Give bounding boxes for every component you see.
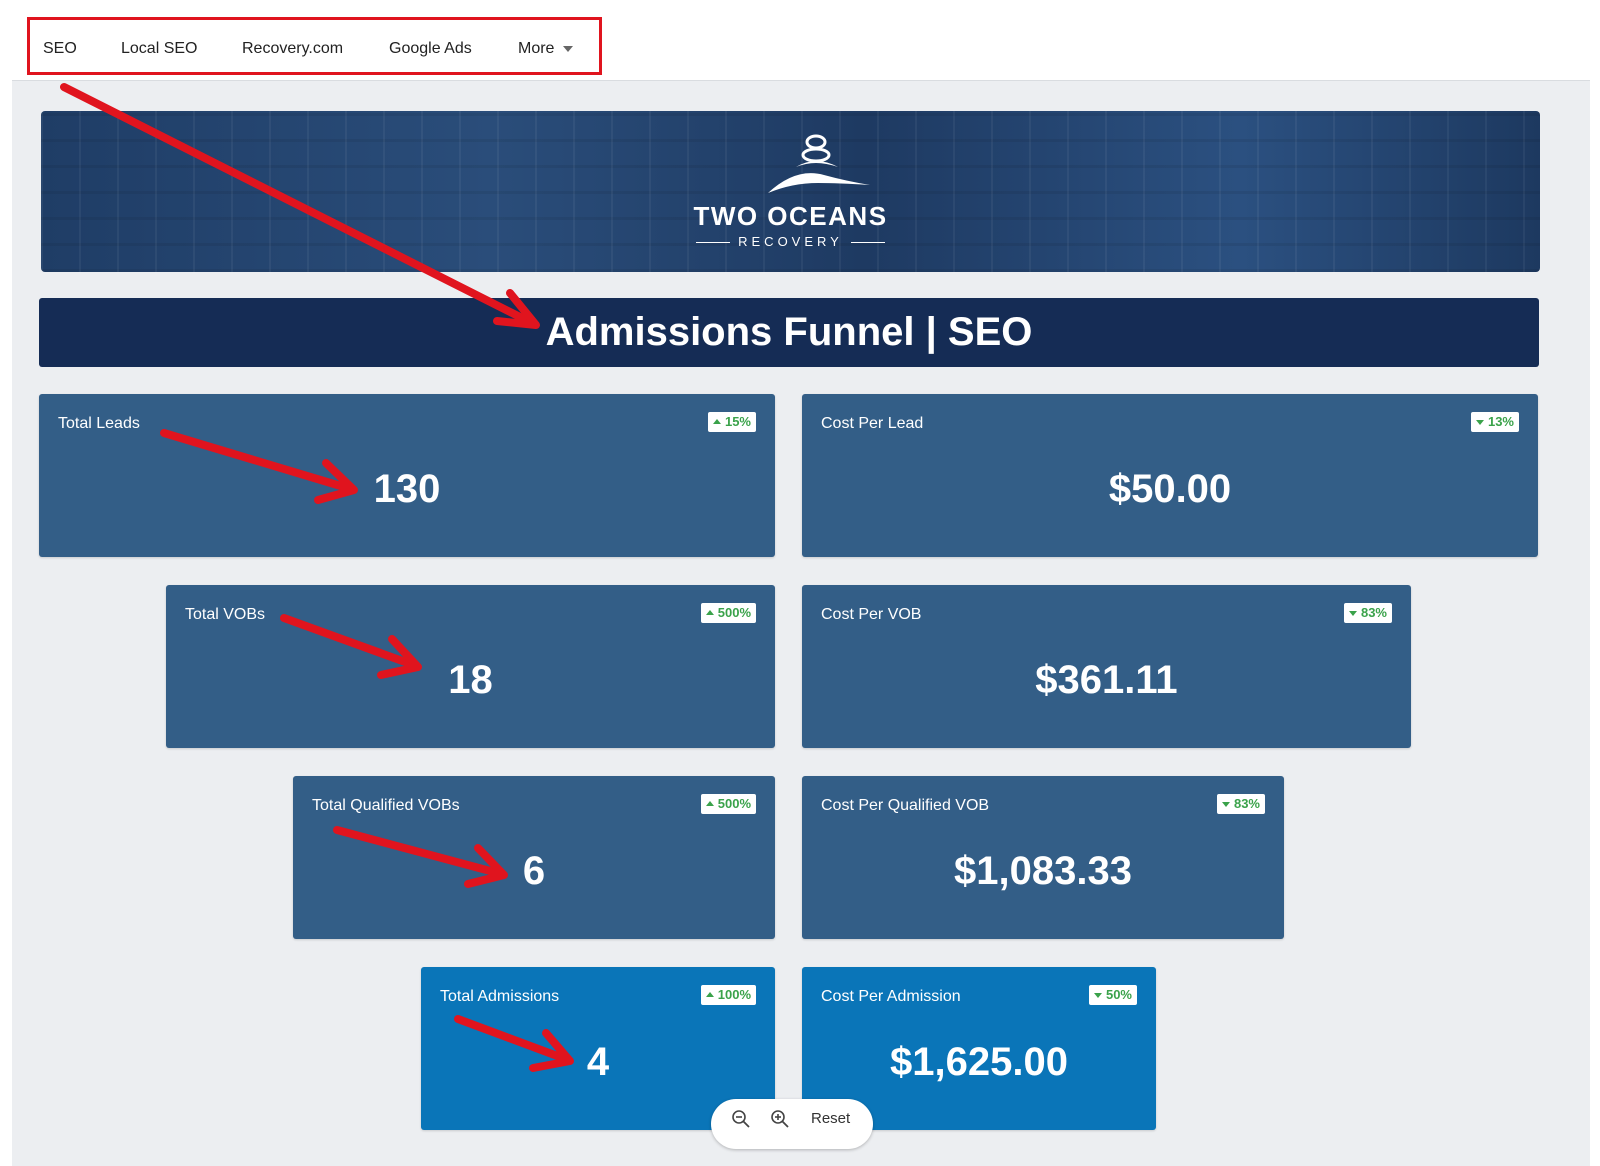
metric-card-total-vobs: Total VOBs 500% 18	[166, 585, 775, 748]
metric-label: Cost Per VOB	[821, 606, 922, 623]
divider	[696, 242, 731, 244]
change-value: 50%	[1105, 987, 1132, 1002]
trend-up-icon	[705, 800, 714, 806]
brand-subtitle: RECOVERY	[41, 234, 1540, 249]
zoom-controls: Reset	[711, 1099, 873, 1149]
change-value: 500%	[717, 796, 751, 811]
metric-value: $1,083.33	[954, 849, 1132, 893]
change-value: 15%	[724, 414, 751, 429]
change-value: 83%	[1360, 605, 1387, 620]
trend-up-icon	[712, 418, 721, 424]
metric-label: Total Qualified VOBs	[312, 797, 460, 814]
metric-label: Total Admissions	[440, 988, 560, 1005]
change-badge: 500%	[700, 603, 756, 623]
trend-up-icon	[705, 609, 714, 615]
nav-item-more[interactable]: More	[518, 40, 574, 58]
metric-value: 130	[373, 467, 441, 511]
metric-label: Cost Per Qualified VOB	[821, 797, 990, 814]
change-value: 13%	[1487, 414, 1514, 429]
divider	[850, 242, 885, 244]
nav-item-seo[interactable]: SEO	[43, 40, 77, 58]
change-value: 100%	[717, 987, 751, 1002]
change-badge: 100%	[700, 985, 756, 1005]
change-badge: 50%	[1088, 985, 1137, 1005]
metric-card-cost-per-vob: Cost Per VOB 83% $361.11	[802, 585, 1411, 748]
trend-down-icon	[1093, 992, 1102, 998]
metric-value: $1,625.00	[890, 1040, 1068, 1084]
metric-label: Cost Per Admission	[821, 988, 961, 1005]
page-title: Admissions Funnel | SEO	[545, 310, 1033, 354]
metric-value: 6	[522, 849, 546, 893]
metric-card-total-leads: Total Leads 15% 130	[39, 394, 775, 557]
change-value: 83%	[1233, 796, 1260, 811]
brand-banner: TWO OCEANS RECOVERY	[41, 111, 1540, 272]
chevron-down-icon	[563, 45, 574, 52]
top-navigation: SEO Local SEO Recovery.com Google Ads Mo…	[12, 12, 1590, 81]
nav-item-recovery-com[interactable]: Recovery.com	[242, 40, 343, 58]
zoom-reset-button[interactable]: Reset	[811, 1110, 850, 1127]
metric-card-total-qualified-vobs: Total Qualified VOBs 500% 6	[293, 776, 775, 939]
brand-name: TWO OCEANS	[693, 201, 888, 231]
metric-value: 18	[448, 658, 493, 702]
trend-down-icon	[1475, 419, 1484, 425]
metric-value: $50.00	[1108, 467, 1232, 511]
change-badge: 500%	[700, 794, 756, 814]
page-title-bar: Admissions Funnel | SEO	[39, 298, 1539, 367]
metric-card-cost-per-lead: Cost Per Lead 13% $50.00	[802, 394, 1538, 557]
brand-subtitle-text: RECOVERY	[738, 234, 843, 249]
trend-down-icon	[1221, 801, 1230, 807]
trend-up-icon	[705, 991, 714, 997]
nav-item-local-seo[interactable]: Local SEO	[121, 40, 197, 58]
metric-label: Total Leads	[58, 415, 140, 432]
nav-item-google-ads[interactable]: Google Ads	[389, 40, 472, 58]
nav-more-label: More	[518, 40, 555, 57]
dashboard-page: SEO Local SEO Recovery.com Google Ads Mo…	[12, 12, 1590, 1166]
trend-down-icon	[1348, 610, 1357, 616]
change-badge: 15%	[707, 412, 756, 432]
metric-card-cost-per-qualified-vob: Cost Per Qualified VOB 83% $1,083.33	[802, 776, 1284, 939]
change-badge: 13%	[1470, 412, 1519, 432]
change-badge: 83%	[1216, 794, 1265, 814]
metric-value: 4	[586, 1040, 610, 1084]
change-badge: 83%	[1343, 603, 1392, 623]
zoom-out-icon[interactable]	[731, 1109, 751, 1129]
stacked-stones-logo-icon	[768, 134, 870, 193]
metric-label: Total VOBs	[185, 606, 266, 623]
zoom-in-icon[interactable]	[770, 1109, 790, 1129]
metric-value: $361.11	[1035, 658, 1178, 702]
change-value: 500%	[717, 605, 751, 620]
metric-label: Cost Per Lead	[821, 415, 924, 432]
